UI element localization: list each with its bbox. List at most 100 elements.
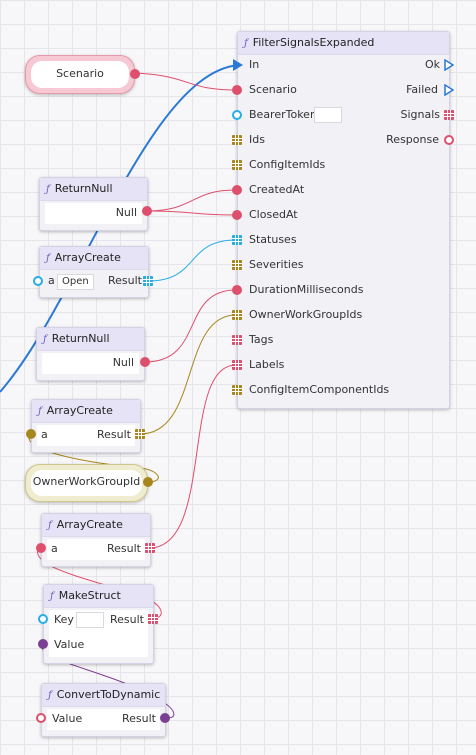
ids-pin[interactable] bbox=[232, 135, 242, 145]
node-header[interactable]: ƒ ReturnNull bbox=[40, 178, 147, 201]
array-create-3-output-pin[interactable] bbox=[145, 543, 155, 553]
convert-to-dynamic-output-pin[interactable] bbox=[160, 713, 170, 723]
array-create-2-input-pin[interactable] bbox=[26, 429, 36, 439]
input-a-label: a bbox=[41, 428, 48, 441]
owner-group-wire bbox=[139, 314, 237, 435]
node-header[interactable]: ƒ ConvertToDynamic bbox=[42, 684, 165, 707]
ok-exec-pin[interactable] bbox=[444, 58, 455, 72]
node-body: Value Result bbox=[47, 709, 160, 730]
output-null-label: Null bbox=[112, 356, 134, 369]
created-at-pin[interactable] bbox=[232, 185, 242, 195]
node-header[interactable]: ƒ ReturnNull bbox=[37, 328, 144, 351]
signals-pin[interactable] bbox=[444, 110, 454, 120]
key-input[interactable] bbox=[76, 612, 104, 628]
output-result-label: Result bbox=[110, 613, 144, 626]
input-ownerworkgroupids-label: OwnerWorkGroupIds bbox=[249, 308, 363, 321]
function-icon: ƒ bbox=[46, 184, 50, 195]
convert-to-dynamic-input-pin[interactable] bbox=[36, 713, 46, 723]
input-configitemids-label: ConfigItemIds bbox=[249, 158, 326, 171]
input-ids-label: Ids bbox=[249, 133, 265, 146]
node-body: Key Result Value bbox=[49, 610, 148, 657]
owner-work-group-id-label: OwnerWorkGroupId bbox=[31, 470, 142, 496]
input-key-label: Key bbox=[54, 613, 74, 626]
labels-wire bbox=[148, 364, 237, 549]
exec-in-pin[interactable] bbox=[233, 59, 243, 71]
owner-work-group-id-variable-node[interactable]: OwnerWorkGroupId bbox=[25, 464, 148, 502]
owner-work-group-ids-pin[interactable] bbox=[232, 310, 242, 320]
function-icon: ƒ bbox=[48, 690, 52, 701]
scenario-variable-node[interactable]: Scenario bbox=[25, 55, 135, 94]
input-duration-label: DurationMilliseconds bbox=[249, 283, 364, 296]
input-severities-label: Severities bbox=[249, 258, 304, 271]
input-a-label: a bbox=[48, 274, 55, 287]
node-title: ConvertToDynamic bbox=[56, 688, 161, 701]
scenario-variable-pin[interactable] bbox=[130, 69, 140, 79]
output-result-label: Result bbox=[122, 712, 156, 725]
closed-at-wire bbox=[146, 210, 237, 216]
statuses-wire bbox=[147, 239, 237, 282]
array-create-2-output-pin[interactable] bbox=[135, 429, 145, 439]
bearer-token-pin[interactable] bbox=[232, 110, 242, 120]
function-icon: ƒ bbox=[46, 253, 50, 264]
output-null-label: Null bbox=[115, 206, 137, 219]
array-create-node-1[interactable]: ƒ ArrayCreate a Open Result bbox=[39, 246, 149, 298]
convert-to-dynamic-node[interactable]: ƒ ConvertToDynamic Value Result bbox=[41, 683, 166, 737]
array-create-1-input-pin[interactable] bbox=[33, 276, 43, 286]
make-struct-value-pin[interactable] bbox=[38, 639, 48, 649]
scenario-variable-label: Scenario bbox=[31, 61, 129, 88]
node-title: ArrayCreate bbox=[46, 404, 113, 417]
duration-pin[interactable] bbox=[232, 285, 242, 295]
node-body: a Result bbox=[47, 539, 145, 560]
closed-at-pin[interactable] bbox=[232, 210, 242, 220]
node-header[interactable]: ƒ ArrayCreate bbox=[32, 400, 140, 423]
make-struct-output-pin[interactable] bbox=[148, 614, 158, 624]
node-body: a Result bbox=[37, 425, 135, 446]
severities-pin[interactable] bbox=[232, 260, 242, 270]
output-result-label: Result bbox=[108, 274, 142, 287]
bearer-token-input[interactable] bbox=[314, 107, 342, 123]
return-null-node-2[interactable]: ƒ ReturnNull Null bbox=[36, 327, 145, 381]
input-value-label: Value bbox=[54, 638, 85, 651]
node-body: Null bbox=[42, 353, 139, 374]
response-pin[interactable] bbox=[444, 135, 454, 145]
array-item-input[interactable]: Open bbox=[57, 274, 94, 290]
failed-exec-pin[interactable] bbox=[444, 83, 455, 97]
output-failed-label: Failed bbox=[406, 83, 438, 96]
node-title: ArrayCreate bbox=[56, 518, 123, 531]
tags-pin[interactable] bbox=[232, 335, 242, 345]
input-createdat-label: CreatedAt bbox=[249, 183, 305, 196]
scenario-pin[interactable] bbox=[232, 85, 242, 95]
array-create-node-2[interactable]: ƒ ArrayCreate a Result bbox=[31, 399, 141, 453]
function-icon: ƒ bbox=[43, 334, 47, 345]
node-title: MakeStruct bbox=[58, 589, 121, 602]
make-struct-node[interactable]: ƒ MakeStruct Key Result Value bbox=[43, 584, 154, 664]
array-create-3-input-pin[interactable] bbox=[36, 543, 46, 553]
input-a-label: a bbox=[51, 542, 58, 555]
input-labels-label: Labels bbox=[249, 358, 285, 371]
array-create-1-output-pin[interactable] bbox=[143, 276, 153, 286]
return-null-2-output-pin[interactable] bbox=[140, 357, 150, 367]
statuses-pin[interactable] bbox=[232, 235, 242, 245]
make-struct-key-pin[interactable] bbox=[38, 614, 48, 624]
node-header[interactable]: ƒ MakeStruct bbox=[44, 585, 153, 608]
config-item-ids-pin[interactable] bbox=[232, 160, 242, 170]
node-header[interactable]: ƒ FilterSignalsExpanded bbox=[238, 32, 449, 55]
input-value-label: Value bbox=[52, 712, 83, 725]
config-item-component-ids-pin[interactable] bbox=[232, 385, 242, 395]
output-response-label: Response bbox=[386, 133, 439, 146]
return-null-node-1[interactable]: ƒ ReturnNull Null bbox=[39, 177, 148, 231]
array-create-node-3[interactable]: ƒ ArrayCreate a Result bbox=[41, 513, 151, 567]
function-icon: ƒ bbox=[48, 520, 52, 531]
labels-pin[interactable] bbox=[232, 360, 242, 370]
input-bearertoken-label: BearerToken bbox=[249, 108, 317, 121]
function-icon: ƒ bbox=[50, 591, 54, 602]
input-tags-label: Tags bbox=[249, 333, 274, 346]
input-in-label: In bbox=[249, 58, 260, 71]
return-null-1-output-pin[interactable] bbox=[142, 206, 152, 216]
node-header[interactable]: ƒ ArrayCreate bbox=[40, 247, 148, 270]
node-body: Null bbox=[45, 203, 142, 224]
input-closedat-label: ClosedAt bbox=[249, 208, 298, 221]
node-header[interactable]: ƒ ArrayCreate bbox=[42, 514, 150, 537]
input-scenario-label: Scenario bbox=[249, 83, 297, 96]
owner-work-group-id-pin[interactable] bbox=[143, 477, 153, 487]
